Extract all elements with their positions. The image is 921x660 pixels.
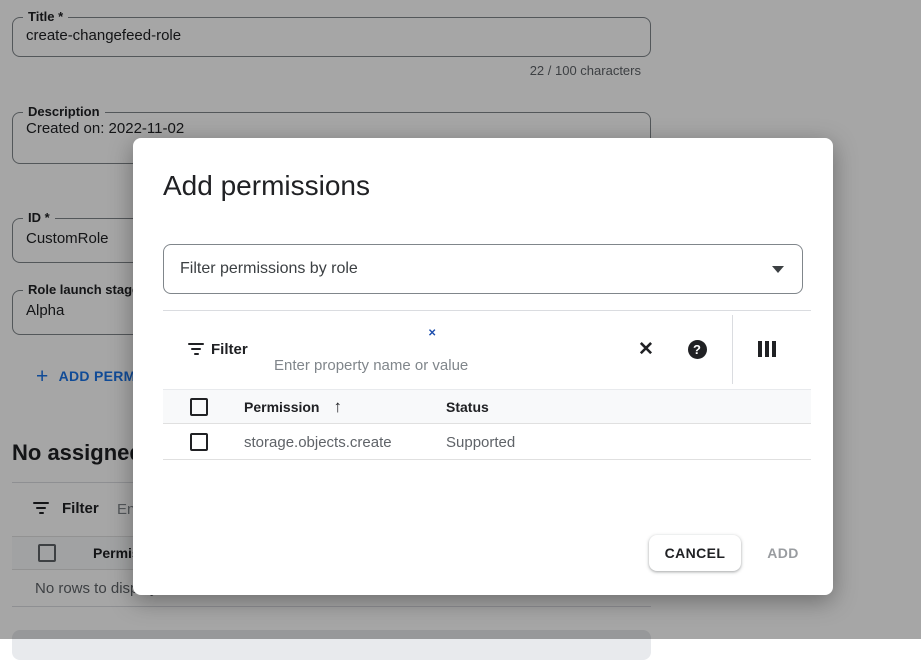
filter-input[interactable]: Enter property name or value bbox=[274, 357, 468, 374]
filter-icon bbox=[188, 343, 204, 355]
row-checkbox[interactable] bbox=[190, 433, 208, 451]
help-glyph: ? bbox=[693, 342, 701, 357]
dialog-title: Add permissions bbox=[163, 170, 370, 202]
cancel-button[interactable]: CANCEL bbox=[649, 535, 741, 571]
help-icon: ? bbox=[688, 340, 707, 359]
column-permission[interactable]: Permission bbox=[244, 399, 319, 415]
filter-help-button[interactable]: ? bbox=[683, 335, 711, 363]
permissions-filter-toolbar: Filter storage.objects.create ✕ Enter pr… bbox=[163, 310, 811, 389]
select-all-checkbox[interactable] bbox=[190, 398, 208, 416]
chevron-down-icon bbox=[772, 266, 784, 273]
table-row[interactable]: storage.objects.create Supported bbox=[163, 425, 811, 460]
add-permissions-dialog: Add permissions Filter permissions by ro… bbox=[133, 138, 833, 595]
add-button[interactable]: ADD bbox=[755, 535, 811, 571]
close-icon: ✕ bbox=[638, 338, 654, 361]
columns-icon bbox=[758, 341, 776, 357]
permissions-table-header: Permission ↑ Status bbox=[163, 389, 811, 424]
close-icon: ✕ bbox=[428, 328, 436, 339]
filter-chip-label: storage.objects.create bbox=[279, 326, 417, 342]
chip-remove-icon[interactable]: ✕ bbox=[424, 325, 441, 342]
filter-by-role-dropdown[interactable]: Filter permissions by role bbox=[163, 244, 803, 294]
divider bbox=[732, 315, 733, 384]
filter-label: Filter bbox=[211, 341, 248, 358]
column-status[interactable]: Status bbox=[446, 399, 811, 415]
row-permission: storage.objects.create bbox=[244, 434, 446, 451]
filter-chip[interactable]: storage.objects.create ✕ bbox=[266, 321, 447, 346]
filter-by-role-placeholder: Filter permissions by role bbox=[180, 260, 358, 278]
clear-filters-button[interactable]: ✕ bbox=[632, 335, 660, 363]
column-display-options-button[interactable] bbox=[753, 335, 781, 363]
sort-ascending-icon[interactable]: ↑ bbox=[333, 397, 342, 417]
row-status: Supported bbox=[446, 434, 811, 451]
